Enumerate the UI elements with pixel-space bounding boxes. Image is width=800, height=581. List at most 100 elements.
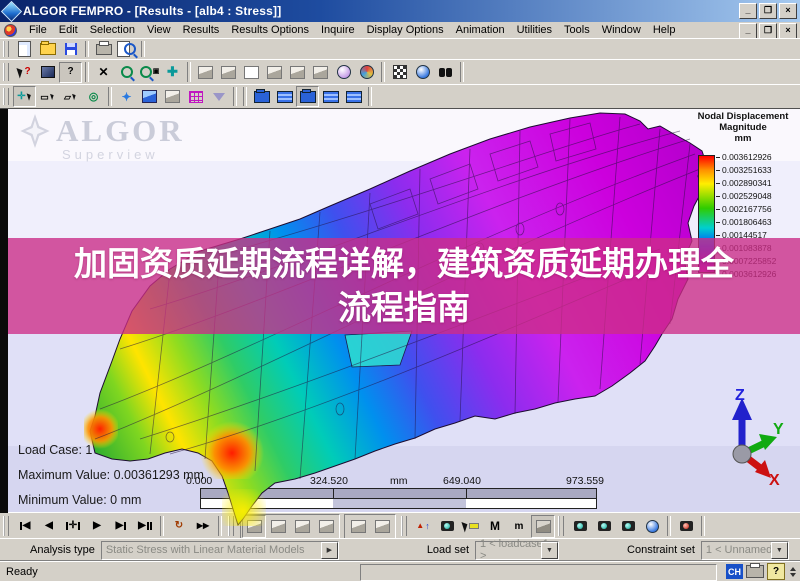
load-set-dropdown[interactable]: 1 < loadcase1 > ▼ xyxy=(475,538,560,562)
selection-filter-icon[interactable] xyxy=(207,86,230,107)
document-icon[interactable] xyxy=(4,23,17,37)
checker-render-icon[interactable] xyxy=(388,62,411,83)
doc-close-button[interactable]: × xyxy=(779,23,797,39)
doc-restore-button[interactable]: ❐ xyxy=(759,23,777,39)
view-bottom-icon[interactable] xyxy=(263,62,286,83)
menu-animation[interactable]: Animation xyxy=(450,23,511,37)
record-avi-icon[interactable] xyxy=(674,515,698,538)
constraint-set-dropdown[interactable]: 1 < Unnamed > ▼ xyxy=(700,540,789,560)
gray-cube-icon[interactable] xyxy=(161,86,184,107)
pan-icon[interactable]: ✚ xyxy=(161,62,184,83)
help-mode-icon[interactable]: ? xyxy=(59,61,82,83)
animate-view-4-icon[interactable] xyxy=(314,515,338,538)
view-front-icon[interactable] xyxy=(194,62,217,83)
close-button[interactable]: × xyxy=(779,3,797,19)
status-help-icon[interactable]: ? xyxy=(767,563,785,580)
results-viewport[interactable]: ALGOR Superview Nodal Displacement Magni… xyxy=(0,108,800,526)
select-rectangle-icon[interactable]: ▭ xyxy=(36,86,59,107)
ime-language-badge[interactable]: CH xyxy=(726,564,743,579)
probe-range-icon[interactable]: ▲ ↑ xyxy=(411,515,435,538)
menu-edit[interactable]: Edit xyxy=(53,23,84,37)
menu-inquire[interactable]: Inquire xyxy=(315,23,361,37)
shaded-sphere-icon[interactable] xyxy=(411,62,434,83)
save-icon[interactable] xyxy=(59,39,82,60)
snapshot-icon[interactable] xyxy=(435,515,459,538)
view-top-icon[interactable] xyxy=(240,62,263,83)
new-icon[interactable] xyxy=(13,39,36,60)
print-icon[interactable] xyxy=(92,39,115,60)
status-stepper[interactable] xyxy=(788,566,798,577)
open-icon[interactable] xyxy=(36,39,59,60)
view-right-icon[interactable] xyxy=(309,62,332,83)
menu-view[interactable]: View xyxy=(141,23,177,37)
shaded-display-icon[interactable] xyxy=(36,62,59,83)
menu-selection[interactable]: Selection xyxy=(84,23,141,37)
pointer-inquire-icon[interactable]: ? xyxy=(13,62,36,83)
toolbar-grip[interactable] xyxy=(3,515,9,537)
animate-export-1-icon[interactable] xyxy=(346,515,370,538)
headline-line-2: 流程指南 xyxy=(338,289,470,326)
animation-export-panel xyxy=(344,513,396,539)
graph-results-icon[interactable] xyxy=(531,514,555,538)
toolbar-grip[interactable] xyxy=(3,62,9,82)
show-max-icon[interactable]: M xyxy=(483,515,507,538)
results-folder-2-icon[interactable] xyxy=(296,86,319,107)
menu-display-options[interactable]: Display Options xyxy=(361,23,450,37)
view-left-icon[interactable] xyxy=(286,62,309,83)
select-polyline-icon[interactable]: ▱ xyxy=(59,86,82,107)
analysis-type-dropdown[interactable]: Static Stress with Linear Material Model… xyxy=(100,540,339,560)
menu-results[interactable]: Results xyxy=(177,23,226,37)
view-iso-1-icon[interactable] xyxy=(332,62,355,83)
menu-tools[interactable]: Tools xyxy=(558,23,596,37)
menu-utilities[interactable]: Utilities xyxy=(511,23,558,37)
menu-help[interactable]: Help xyxy=(647,23,682,37)
analysis-type-arrow-icon[interactable]: ▶ xyxy=(320,541,338,559)
results-stack-3-icon[interactable] xyxy=(342,86,365,107)
fast-forward-icon[interactable]: ▶▶ xyxy=(191,515,215,538)
last-frame-icon[interactable]: ▶ xyxy=(133,515,157,538)
results-stack-1-icon[interactable] xyxy=(273,86,296,107)
zoom-in-icon[interactable] xyxy=(115,62,138,83)
vertex-select-icon[interactable]: ✦ xyxy=(115,86,138,107)
capture-image-2-icon[interactable] xyxy=(592,515,616,538)
load-set-arrow-icon[interactable]: ▼ xyxy=(541,541,559,559)
results-folder-1-icon[interactable] xyxy=(250,86,273,107)
minimize-button[interactable]: _ xyxy=(739,3,757,19)
print-preview-icon[interactable] xyxy=(115,39,138,60)
animate-view-1-icon[interactable] xyxy=(242,514,266,538)
capture-image-1-icon[interactable] xyxy=(568,515,592,538)
results-stack-2-icon[interactable] xyxy=(319,86,342,107)
view-iso-2-icon[interactable] xyxy=(355,62,378,83)
zoom-extents-icon[interactable]: ✕ xyxy=(92,62,115,83)
animate-export-2-icon[interactable] xyxy=(370,515,394,538)
toolbar-grip[interactable] xyxy=(3,41,9,57)
viewport-left-mask xyxy=(0,109,8,513)
restore-button[interactable]: ❐ xyxy=(759,3,777,19)
play-icon[interactable]: ▶ xyxy=(85,515,109,538)
doc-minimize-button[interactable]: _ xyxy=(739,23,757,39)
view-back-icon[interactable] xyxy=(217,62,240,83)
previous-frame-icon[interactable]: ◀ xyxy=(37,515,61,538)
show-min-icon[interactable]: m xyxy=(507,515,531,538)
find-icon[interactable] xyxy=(434,62,457,83)
menu-results-options[interactable]: Results Options xyxy=(225,23,315,37)
annotate-icon[interactable] xyxy=(459,515,483,538)
capture-view-icon[interactable] xyxy=(640,515,664,538)
select-circle-icon[interactable]: ◎ xyxy=(82,86,105,107)
solid-cube-icon[interactable] xyxy=(138,86,161,107)
menu-file[interactable]: File xyxy=(23,23,53,37)
next-frame-icon[interactable]: ▶ xyxy=(109,515,133,538)
animate-view-2-icon[interactable] xyxy=(266,515,290,538)
menu-window[interactable]: Window xyxy=(596,23,647,37)
toolbar-grip[interactable] xyxy=(3,87,9,106)
zoom-window-icon[interactable]: ▣ xyxy=(138,62,161,83)
select-point-icon[interactable]: ✛ xyxy=(13,86,36,107)
frame-select-icon[interactable]: ✛ xyxy=(61,515,85,538)
mesh-view-icon[interactable] xyxy=(184,86,207,107)
capture-image-3-icon[interactable] xyxy=(616,515,640,538)
animate-view-3-icon[interactable] xyxy=(290,515,314,538)
first-frame-icon[interactable]: ◀ xyxy=(13,515,37,538)
status-printer-icon[interactable] xyxy=(746,563,764,578)
loop-animation-icon[interactable]: ↻ xyxy=(167,515,191,538)
constraint-set-arrow-icon[interactable]: ▼ xyxy=(770,541,788,559)
